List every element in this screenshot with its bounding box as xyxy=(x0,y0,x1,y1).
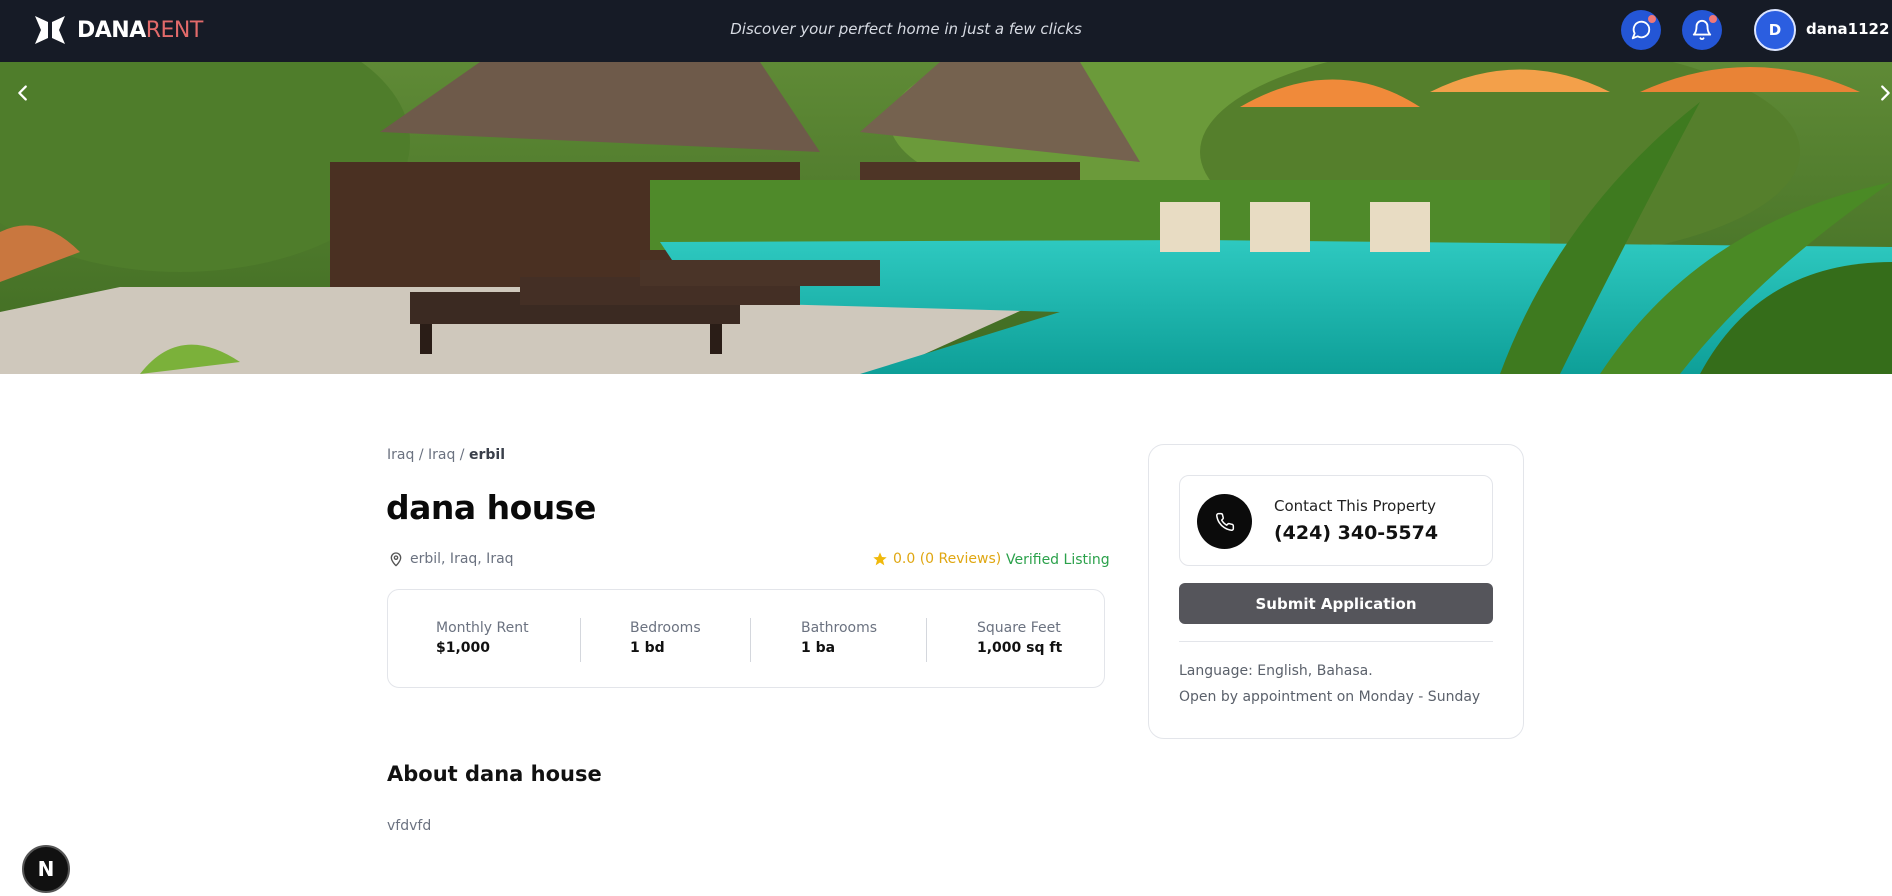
map-pin-icon xyxy=(390,552,402,567)
notifications-button[interactable] xyxy=(1682,10,1722,50)
stat-value: 1 ba xyxy=(801,640,836,656)
stat-bathrooms: Bathrooms 1 ba xyxy=(801,620,877,656)
stat-value: $1,000 xyxy=(436,640,491,656)
messages-button[interactable] xyxy=(1621,10,1661,50)
phone-icon xyxy=(1215,512,1234,531)
chat-icon xyxy=(1631,20,1651,40)
stat-divider xyxy=(580,618,581,662)
stat-label: Monthly Rent xyxy=(436,620,529,636)
phone-button[interactable] xyxy=(1197,494,1252,549)
contact-label: Contact This Property xyxy=(1274,497,1437,515)
stat-square-feet: Square Feet 1,000 sq ft xyxy=(977,620,1062,656)
stat-value: 1 bd xyxy=(630,640,665,656)
language-info: Language: English, Bahasa. xyxy=(1179,663,1373,679)
stat-bedrooms: Bedrooms 1 bd xyxy=(630,620,701,656)
rating[interactable]: 0.0 (0 Reviews) xyxy=(872,551,1001,567)
property-location: erbil, Iraq, Iraq xyxy=(388,551,514,567)
breadcrumb: Iraq / Iraq / erbil xyxy=(387,447,505,463)
about-title: About dana house xyxy=(387,762,602,786)
hero-image xyxy=(0,62,1892,374)
contact-card: Contact This Property (424) 340-5574 Sub… xyxy=(1148,444,1524,739)
notification-dot xyxy=(1709,15,1717,23)
stat-label: Bedrooms xyxy=(630,620,701,636)
page-title: dana house xyxy=(386,488,596,527)
chevron-right-icon xyxy=(1881,85,1890,101)
contact-phone[interactable]: (424) 340-5574 xyxy=(1274,522,1438,544)
star-icon xyxy=(873,552,887,566)
hero-photo xyxy=(0,62,1892,374)
breadcrumb-item[interactable]: Iraq xyxy=(387,447,414,463)
navbar-tagline: Discover your perfect home in just a few… xyxy=(730,20,1082,38)
submit-application-button[interactable]: Submit Application xyxy=(1179,583,1493,624)
contact-box[interactable]: Contact This Property (424) 340-5574 xyxy=(1179,475,1493,566)
username[interactable]: dana1122 xyxy=(1806,20,1889,38)
stat-divider xyxy=(750,618,751,662)
chevron-left-icon xyxy=(18,85,27,101)
hero-prev-button[interactable] xyxy=(8,78,38,108)
top-navbar: DANARENT Discover your perfect home in j… xyxy=(0,0,1892,62)
avatar[interactable]: D xyxy=(1754,9,1796,51)
card-divider xyxy=(1179,641,1493,642)
breadcrumb-separator: / xyxy=(459,447,465,463)
hero-next-button[interactable] xyxy=(1870,78,1892,108)
stat-label: Bathrooms xyxy=(801,620,878,636)
breadcrumb-separator: / xyxy=(418,447,424,463)
verified-badge: Verified Listing xyxy=(1006,552,1110,568)
hours-info: Open by appointment on Monday - Sunday xyxy=(1179,689,1481,705)
breadcrumb-current: erbil xyxy=(468,447,505,463)
nextjs-dev-badge[interactable]: N xyxy=(22,845,70,893)
bell-icon xyxy=(1692,20,1712,41)
about-text: vfdvfd xyxy=(387,818,432,834)
stat-divider xyxy=(926,618,927,662)
stat-monthly-rent: Monthly Rent $1,000 xyxy=(436,620,529,656)
property-stats: Monthly Rent $1,000 Bedrooms 1 bd Bathro… xyxy=(387,589,1105,688)
breadcrumb-item[interactable]: Iraq xyxy=(428,447,455,463)
location-text: erbil, Iraq, Iraq xyxy=(410,551,514,567)
notification-dot xyxy=(1648,15,1656,23)
rating-text: 0.0 (0 Reviews) xyxy=(893,551,1002,567)
stat-value: 1,000 sq ft xyxy=(977,640,1063,656)
stat-label: Square Feet xyxy=(977,620,1061,636)
